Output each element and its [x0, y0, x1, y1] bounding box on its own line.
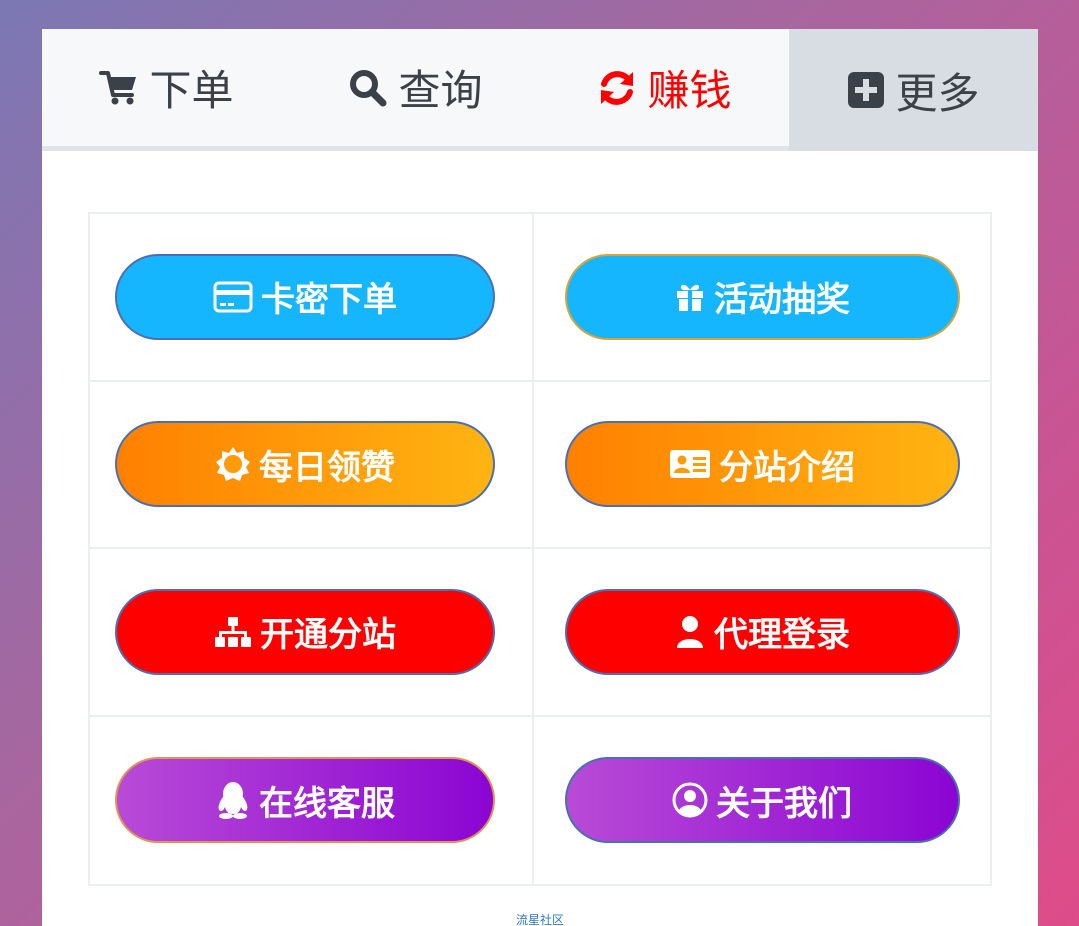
grid-cell: 卡密下单 [90, 214, 534, 382]
substation-intro-label: 分站介绍 [719, 447, 855, 488]
lottery-button[interactable]: 活动抽奖 [564, 253, 960, 340]
open-substation-button[interactable]: 开通分站 [115, 588, 495, 675]
grid-cell: 开通分站 [90, 549, 534, 717]
online-service-label: 在线客服 [259, 783, 395, 824]
grid-cell: 分站介绍 [534, 382, 990, 549]
tab-earn[interactable]: 赚钱 [540, 29, 789, 146]
cart-icon [99, 69, 139, 107]
grid-cell: 在线客服 [90, 716, 534, 884]
gift-icon [674, 281, 706, 313]
top-tab-bar: 下单 查询 赚钱 更多 [42, 29, 1038, 151]
refresh-icon [597, 68, 637, 108]
card-order-label: 卡密下单 [261, 280, 397, 321]
grid-cell: 代理登录 [534, 549, 990, 717]
main-card: 下单 查询 赚钱 更多 卡密下单 活动抽奖 每日领赞 分站介绍 开通分站 代理登… [42, 29, 1038, 926]
open-substation-label: 开通分站 [260, 615, 396, 656]
card-order-button[interactable]: 卡密下单 [115, 253, 495, 340]
credit-card-icon [213, 281, 253, 313]
grid-cell: 关于我们 [534, 717, 990, 885]
online-service-button[interactable]: 在线客服 [115, 757, 495, 844]
user-circle-icon [672, 782, 708, 818]
lottery-label: 活动抽奖 [714, 280, 850, 321]
agent-login-label: 代理登录 [714, 615, 850, 656]
tab-order-label: 下单 [149, 66, 234, 115]
tab-earn-label: 赚钱 [647, 66, 732, 115]
about-us-button[interactable]: 关于我们 [564, 757, 960, 844]
about-us-label: 关于我们 [716, 783, 852, 824]
grid-cell: 活动抽奖 [534, 214, 990, 382]
daily-like-button[interactable]: 每日领赞 [115, 421, 495, 508]
tab-order[interactable]: 下单 [42, 29, 291, 146]
tab-query[interactable]: 查询 [291, 29, 540, 146]
search-icon [348, 68, 388, 108]
id-card-icon [669, 448, 711, 480]
plus-square-icon [847, 71, 885, 109]
substation-intro-button[interactable]: 分站介绍 [564, 421, 960, 508]
grid-cell: 每日领赞 [90, 381, 534, 549]
daily-like-label: 每日领赞 [259, 447, 395, 488]
sun-icon [215, 446, 251, 482]
agent-login-button[interactable]: 代理登录 [564, 588, 960, 675]
footer-link[interactable]: 流星社区 [42, 911, 1038, 926]
tab-underline [42, 146, 789, 151]
sitemap-icon [214, 616, 252, 648]
tab-more-label: 更多 [895, 68, 980, 118]
menu-grid: 卡密下单 活动抽奖 每日领赞 分站介绍 开通分站 代理登录 在线客服 关于我们 [88, 212, 992, 886]
qq-icon [215, 781, 251, 820]
tab-query-label: 查询 [398, 66, 483, 115]
user-icon [674, 615, 706, 649]
tab-more[interactable]: 更多 [789, 29, 1038, 151]
